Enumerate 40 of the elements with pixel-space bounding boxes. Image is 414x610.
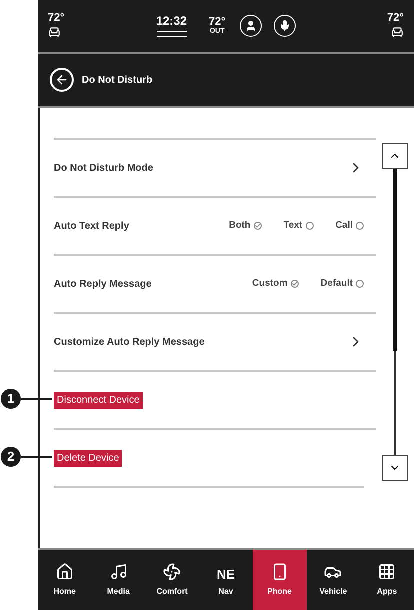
home-icon bbox=[56, 562, 74, 580]
nav-tab[interactable]: Apps bbox=[360, 550, 414, 610]
device-action-button[interactable]: Delete Device bbox=[54, 450, 122, 466]
setting-label: Do Not Disturb Mode bbox=[54, 162, 154, 176]
seat-icon[interactable] bbox=[48, 26, 61, 39]
nav-tab[interactable]: NE Nav bbox=[199, 550, 253, 610]
callout-number: 2 bbox=[1, 447, 21, 467]
temperature: 72° bbox=[48, 13, 65, 24]
radio-option[interactable]: Call bbox=[336, 218, 364, 234]
scroll-up-button[interactable] bbox=[382, 143, 408, 169]
temperature: 72° bbox=[387, 13, 404, 24]
outside-temperature: 72° bbox=[209, 17, 226, 28]
setting-label: Customize Auto Reply Message bbox=[54, 336, 206, 350]
back-arrow-icon bbox=[55, 73, 69, 87]
scroll-down-button[interactable] bbox=[382, 455, 408, 481]
nav-tab[interactable]: Comfort bbox=[145, 550, 200, 610]
user-icon[interactable] bbox=[240, 15, 262, 37]
handle-icon[interactable] bbox=[156, 31, 187, 37]
nav-tab[interactable]: Media bbox=[92, 550, 146, 610]
seat-icon[interactable] bbox=[391, 26, 404, 39]
nav-tab[interactable]: Phone bbox=[252, 550, 307, 610]
radio-option[interactable]: Text bbox=[284, 218, 314, 234]
device-action-button[interactable]: Disconnect Device bbox=[54, 392, 143, 408]
setting-label: Auto Text Reply bbox=[54, 220, 130, 234]
fan-icon bbox=[163, 562, 182, 580]
music-note-icon bbox=[110, 562, 128, 580]
radio-option[interactable]: Both bbox=[229, 218, 262, 234]
clock: 12:32 bbox=[156, 15, 188, 27]
nav-tab[interactable]: Vehicle bbox=[306, 550, 360, 610]
callout-number: 1 bbox=[1, 389, 21, 409]
grid-icon bbox=[378, 562, 396, 580]
radio-option[interactable]: Custom bbox=[252, 276, 299, 292]
scroll-thumb[interactable] bbox=[393, 169, 397, 351]
radio-option[interactable]: Default bbox=[320, 276, 364, 292]
page-title: Do Not Disturb bbox=[82, 74, 153, 88]
back-button[interactable] bbox=[50, 68, 74, 92]
nav-tab[interactable]: Home bbox=[38, 550, 92, 610]
mic-icon[interactable] bbox=[274, 15, 296, 37]
compass-heading: NE bbox=[216, 566, 236, 580]
setting-label: Auto Reply Message bbox=[54, 278, 153, 292]
